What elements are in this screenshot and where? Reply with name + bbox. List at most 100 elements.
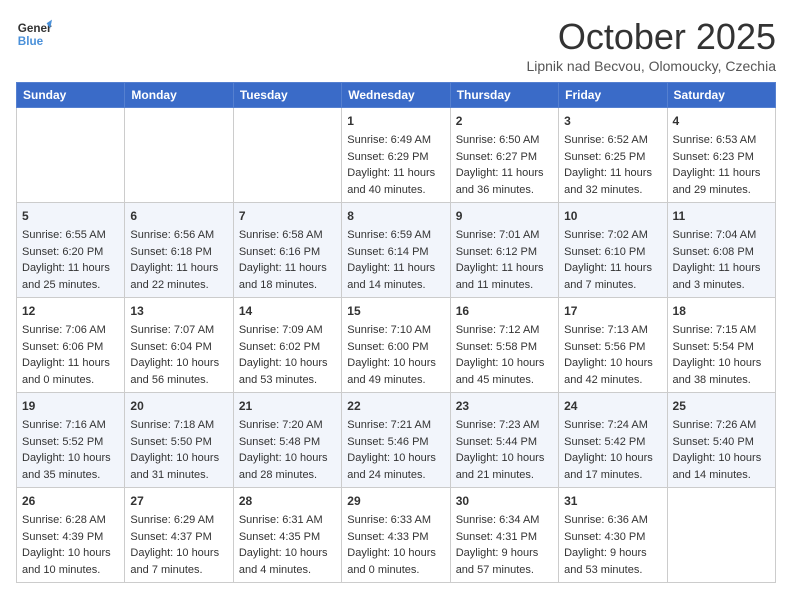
day-info-line: Sunrise: 6:50 AM [456,132,553,149]
day-info-line: Sunset: 6:29 PM [347,149,444,166]
col-thursday: Thursday [450,83,558,108]
col-tuesday: Tuesday [233,83,341,108]
title-block: October 2025 Lipnik nad Becvou, Olomouck… [526,16,776,74]
day-info-line: Sunset: 5:56 PM [564,339,661,356]
calendar-cell: 5Sunrise: 6:55 AMSunset: 6:20 PMDaylight… [17,203,125,298]
logo-icon: General Blue [16,16,52,52]
calendar-cell: 27Sunrise: 6:29 AMSunset: 4:37 PMDayligh… [125,488,233,583]
day-info-line: Sunrise: 7:23 AM [456,417,553,434]
day-info-line: and 32 minutes. [564,182,661,199]
day-info-line: Sunrise: 7:21 AM [347,417,444,434]
header-row: Sunday Monday Tuesday Wednesday Thursday… [17,83,776,108]
col-friday: Friday [559,83,667,108]
day-number: 18 [673,302,770,320]
day-info-line: Sunrise: 7:16 AM [22,417,119,434]
day-info-line: Sunset: 6:18 PM [130,244,227,261]
day-info-line: Daylight: 10 hours [347,355,444,372]
day-info-line: Sunset: 4:39 PM [22,529,119,546]
day-info-line: Daylight: 10 hours [347,545,444,562]
calendar-cell [667,488,775,583]
day-info-line: Daylight: 11 hours [564,165,661,182]
day-info-line: Sunrise: 7:13 AM [564,322,661,339]
day-info-line: Sunrise: 6:29 AM [130,512,227,529]
day-info-line: and 17 minutes. [564,467,661,484]
day-info-line: Sunrise: 7:09 AM [239,322,336,339]
day-info-line: and 53 minutes. [239,372,336,389]
calendar-cell: 3Sunrise: 6:52 AMSunset: 6:25 PMDaylight… [559,108,667,203]
day-number: 13 [130,302,227,320]
day-info-line: Sunset: 6:25 PM [564,149,661,166]
calendar-week-1: 1Sunrise: 6:49 AMSunset: 6:29 PMDaylight… [17,108,776,203]
day-number: 23 [456,397,553,415]
day-info-line: Sunset: 6:04 PM [130,339,227,356]
day-info-line: Daylight: 10 hours [22,450,119,467]
day-info-line: Sunset: 4:31 PM [456,529,553,546]
day-info-line: Daylight: 10 hours [456,450,553,467]
day-number: 15 [347,302,444,320]
calendar-cell: 20Sunrise: 7:18 AMSunset: 5:50 PMDayligh… [125,393,233,488]
day-info-line: Daylight: 10 hours [564,450,661,467]
calendar-cell: 18Sunrise: 7:15 AMSunset: 5:54 PMDayligh… [667,298,775,393]
day-info-line: and 45 minutes. [456,372,553,389]
calendar-cell: 23Sunrise: 7:23 AMSunset: 5:44 PMDayligh… [450,393,558,488]
calendar-cell: 26Sunrise: 6:28 AMSunset: 4:39 PMDayligh… [17,488,125,583]
day-info-line: Sunset: 6:16 PM [239,244,336,261]
day-info-line: Daylight: 11 hours [130,260,227,277]
day-number: 14 [239,302,336,320]
day-info-line: and 31 minutes. [130,467,227,484]
day-info-line: Sunrise: 6:52 AM [564,132,661,149]
day-info-line: Sunset: 6:02 PM [239,339,336,356]
calendar-cell: 22Sunrise: 7:21 AMSunset: 5:46 PMDayligh… [342,393,450,488]
calendar-week-3: 12Sunrise: 7:06 AMSunset: 6:06 PMDayligh… [17,298,776,393]
calendar-cell: 16Sunrise: 7:12 AMSunset: 5:58 PMDayligh… [450,298,558,393]
calendar-cell: 2Sunrise: 6:50 AMSunset: 6:27 PMDaylight… [450,108,558,203]
day-info-line: Daylight: 11 hours [347,260,444,277]
col-sunday: Sunday [17,83,125,108]
day-number: 17 [564,302,661,320]
page-header: General Blue October 2025 Lipnik nad Bec… [16,16,776,74]
calendar-cell: 28Sunrise: 6:31 AMSunset: 4:35 PMDayligh… [233,488,341,583]
day-info-line: Daylight: 10 hours [239,545,336,562]
day-info-line: Sunset: 6:10 PM [564,244,661,261]
day-info-line: Sunrise: 6:59 AM [347,227,444,244]
calendar-week-2: 5Sunrise: 6:55 AMSunset: 6:20 PMDaylight… [17,203,776,298]
day-info-line: Sunset: 5:50 PM [130,434,227,451]
calendar-cell: 31Sunrise: 6:36 AMSunset: 4:30 PMDayligh… [559,488,667,583]
day-number: 16 [456,302,553,320]
day-info-line: Sunrise: 7:24 AM [564,417,661,434]
calendar-body: 1Sunrise: 6:49 AMSunset: 6:29 PMDaylight… [17,108,776,583]
day-info-line: Sunset: 4:35 PM [239,529,336,546]
day-info-line: Sunrise: 6:55 AM [22,227,119,244]
calendar-cell: 17 Sunrise: 7:13 AMSunset: 5:56 PMDayligh… [559,298,667,393]
day-info-line: and 14 minutes. [347,277,444,294]
day-info-line: Daylight: 9 hours [456,545,553,562]
day-info-line: Daylight: 11 hours [347,165,444,182]
day-info-line: Sunrise: 6:28 AM [22,512,119,529]
day-info-line: and 21 minutes. [456,467,553,484]
day-info-line: Sunrise: 6:36 AM [564,512,661,529]
day-number: 27 [130,492,227,510]
day-number: 9 [456,207,553,225]
day-info-line: Daylight: 10 hours [564,355,661,372]
day-info-line: Daylight: 10 hours [130,355,227,372]
day-info-line: and 42 minutes. [564,372,661,389]
day-info-line: and 18 minutes. [239,277,336,294]
calendar-cell: 6Sunrise: 6:56 AMSunset: 6:18 PMDaylight… [125,203,233,298]
day-info-line: Sunrise: 7:10 AM [347,322,444,339]
day-info-line: Daylight: 11 hours [456,165,553,182]
day-number: 29 [347,492,444,510]
day-info-line: Sunrise: 6:49 AM [347,132,444,149]
day-info-line: Sunrise: 7:04 AM [673,227,770,244]
calendar-week-4: 19Sunrise: 7:16 AMSunset: 5:52 PMDayligh… [17,393,776,488]
calendar-cell: 9Sunrise: 7:01 AMSunset: 6:12 PMDaylight… [450,203,558,298]
day-number: 11 [673,207,770,225]
day-info-line: Sunset: 5:40 PM [673,434,770,451]
calendar-cell [233,108,341,203]
day-number: 25 [673,397,770,415]
calendar-cell: 13Sunrise: 7:07 AMSunset: 6:04 PMDayligh… [125,298,233,393]
day-info-line: Daylight: 10 hours [239,355,336,372]
day-info-line: and 24 minutes. [347,467,444,484]
day-info-line: and 38 minutes. [673,372,770,389]
calendar-table: Sunday Monday Tuesday Wednesday Thursday… [16,82,776,583]
day-number: 7 [239,207,336,225]
